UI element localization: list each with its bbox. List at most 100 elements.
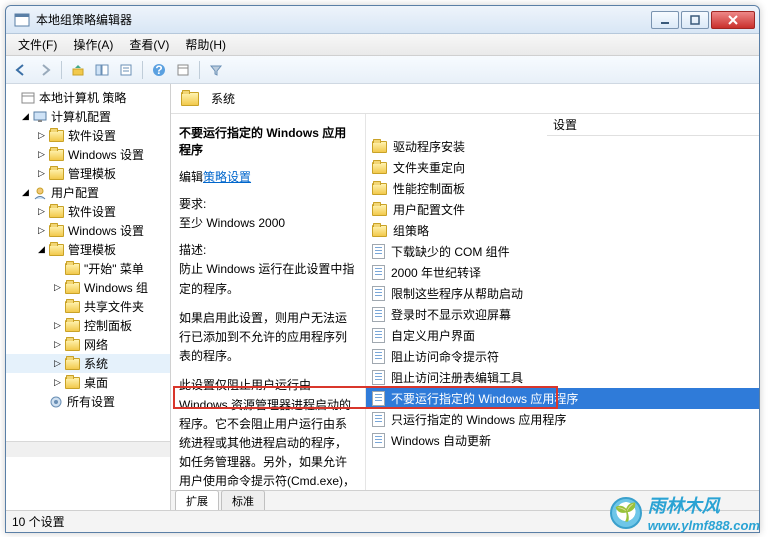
tree-start-menu[interactable]: "开始" 菜单 bbox=[6, 259, 170, 278]
collapse-icon[interactable]: ◢ bbox=[36, 244, 47, 255]
minimize-button[interactable] bbox=[651, 11, 679, 29]
policy-setting-icon bbox=[372, 286, 385, 301]
close-button[interactable] bbox=[711, 11, 755, 29]
tree-panel[interactable]: 本地计算机 策略 ◢计算机配置 ▷软件设置 ▷Windows 设置 ▷管理模板 … bbox=[6, 84, 171, 510]
tree-windows-components[interactable]: ▷Windows 组 bbox=[6, 278, 170, 297]
list-policy-item[interactable]: 自定义用户界面 bbox=[366, 325, 759, 346]
edit-policy-link[interactable]: 策略设置 bbox=[203, 170, 251, 184]
tree-uc-admin[interactable]: ◢管理模板 bbox=[6, 240, 170, 259]
policy-setting-icon bbox=[372, 307, 385, 322]
titlebar[interactable]: 本地组策略编辑器 bbox=[6, 6, 759, 34]
folder-icon bbox=[372, 183, 387, 195]
tree-computer-config[interactable]: ◢计算机配置 bbox=[6, 107, 170, 126]
list-policy-item[interactable]: 限制这些程序从帮助启动 bbox=[366, 283, 759, 304]
edit-prefix: 编辑 bbox=[179, 170, 203, 184]
tree-user-config[interactable]: ◢用户配置 bbox=[6, 183, 170, 202]
maximize-button[interactable] bbox=[681, 11, 709, 29]
list-policy-item[interactable]: 下载缺少的 COM 组件 bbox=[366, 241, 759, 262]
expand-icon[interactable]: ▷ bbox=[36, 168, 47, 179]
expander-icon[interactable] bbox=[8, 92, 19, 103]
collapse-icon[interactable]: ◢ bbox=[20, 187, 31, 198]
list-policy-item[interactable]: 只运行指定的 Windows 应用程序 bbox=[366, 409, 759, 430]
menu-help[interactable]: 帮助(H) bbox=[177, 34, 234, 55]
folder-icon bbox=[65, 320, 80, 332]
tree-cc-admin[interactable]: ▷管理模板 bbox=[6, 164, 170, 183]
expand-icon[interactable]: ▷ bbox=[36, 149, 47, 160]
tree-label: 本地计算机 策略 bbox=[39, 89, 126, 106]
list-item-label: 限制这些程序从帮助启动 bbox=[391, 285, 523, 302]
expand-icon[interactable]: ▷ bbox=[52, 282, 63, 293]
expand-icon[interactable]: ▷ bbox=[52, 377, 63, 388]
requirements-label: 要求: bbox=[179, 195, 357, 214]
list-item-label: 2000 年世纪转译 bbox=[391, 264, 481, 281]
tree-uc-software[interactable]: ▷软件设置 bbox=[6, 202, 170, 221]
settings-column-header[interactable]: 设置 bbox=[547, 114, 759, 136]
list-policy-item[interactable]: 2000 年世纪转译 bbox=[366, 262, 759, 283]
list-item-label: 不要运行指定的 Windows 应用程序 bbox=[391, 390, 578, 407]
settings-list[interactable]: 驱动程序安装文件夹重定向性能控制面板用户配置文件组策略下载缺少的 COM 组件 2… bbox=[366, 114, 759, 490]
expand-icon[interactable]: ▷ bbox=[36, 225, 47, 236]
expand-icon[interactable]: ▷ bbox=[52, 339, 63, 350]
filter-button[interactable] bbox=[205, 59, 227, 81]
expand-icon[interactable]: ▷ bbox=[52, 320, 63, 331]
expand-icon[interactable]: ▷ bbox=[52, 358, 63, 369]
policy-setting-icon bbox=[372, 349, 385, 364]
tree-uc-windows[interactable]: ▷Windows 设置 bbox=[6, 221, 170, 240]
folder-icon bbox=[372, 162, 387, 174]
description-label: 描述: bbox=[179, 241, 357, 260]
collapse-icon[interactable]: ◢ bbox=[20, 111, 31, 122]
list-policy-item[interactable]: 不要运行指定的 Windows 应用程序 bbox=[366, 388, 759, 409]
list-folder-item[interactable]: 驱动程序安装 bbox=[366, 136, 759, 157]
description-text-2: 如果启用此设置，则用户无法运行已添加到不允许的应用程序列表的程序。 bbox=[179, 309, 357, 367]
list-policy-item[interactable]: 阻止访问注册表编辑工具 bbox=[366, 367, 759, 388]
list-policy-item[interactable]: 登录时不显示欢迎屏幕 bbox=[366, 304, 759, 325]
description-text-1: 防止 Windows 运行在此设置中指定的程序。 bbox=[179, 260, 357, 298]
tree-control-panel[interactable]: ▷控制面板 bbox=[6, 316, 170, 335]
tab-extended[interactable]: 扩展 bbox=[175, 490, 219, 510]
folder-icon bbox=[65, 301, 80, 313]
list-policy-item[interactable]: Windows 自动更新 bbox=[366, 430, 759, 451]
expand-icon[interactable]: ▷ bbox=[36, 130, 47, 141]
tree-label: 共享文件夹 bbox=[84, 298, 144, 315]
tree-root[interactable]: 本地计算机 策略 bbox=[6, 88, 170, 107]
policy-setting-icon bbox=[372, 370, 385, 385]
list-folder-item[interactable]: 性能控制面板 bbox=[366, 178, 759, 199]
detail-title: 不要运行指定的 Windows 应用程序 bbox=[179, 124, 357, 158]
menu-view[interactable]: 查看(V) bbox=[121, 34, 177, 55]
folder-icon bbox=[49, 130, 64, 142]
policy-setting-icon bbox=[372, 391, 385, 406]
properties-button[interactable] bbox=[172, 59, 194, 81]
tree-cc-software[interactable]: ▷ 软件设置 bbox=[6, 126, 170, 145]
up-button[interactable] bbox=[67, 59, 89, 81]
list-policy-item[interactable]: 阻止访问命令提示符 bbox=[366, 346, 759, 367]
export-list-button[interactable] bbox=[115, 59, 137, 81]
folder-icon bbox=[181, 92, 199, 106]
tree-all-settings[interactable]: 所有设置 bbox=[6, 392, 170, 411]
folder-icon bbox=[372, 204, 387, 216]
tab-standard[interactable]: 标准 bbox=[221, 490, 265, 510]
tree-scrollbar-h[interactable] bbox=[6, 441, 170, 457]
tree-label: "开始" 菜单 bbox=[84, 260, 144, 277]
tree-cc-windows[interactable]: ▷Windows 设置 bbox=[6, 145, 170, 164]
folder-icon bbox=[65, 263, 80, 275]
tree-system[interactable]: ▷系统 bbox=[6, 354, 170, 373]
forward-button[interactable] bbox=[34, 59, 56, 81]
tree-label: 软件设置 bbox=[68, 127, 116, 144]
list-folder-item[interactable]: 文件夹重定向 bbox=[366, 157, 759, 178]
tree-desktop[interactable]: ▷桌面 bbox=[6, 373, 170, 392]
help-button[interactable]: ? bbox=[148, 59, 170, 81]
list-folder-item[interactable]: 组策略 bbox=[366, 220, 759, 241]
folder-icon bbox=[372, 225, 387, 237]
tree-label: 网络 bbox=[84, 336, 108, 353]
back-button[interactable] bbox=[10, 59, 32, 81]
list-folder-item[interactable]: 用户配置文件 bbox=[366, 199, 759, 220]
folder-icon bbox=[49, 206, 64, 218]
folder-icon bbox=[65, 377, 80, 389]
tree-network[interactable]: ▷ 网络 bbox=[6, 335, 170, 354]
tree-shared-folders[interactable]: 共享文件夹 bbox=[6, 297, 170, 316]
menu-file[interactable]: 文件(F) bbox=[10, 34, 65, 55]
right-panel-body: 设置 不要运行指定的 Windows 应用程序 编辑策略设置 要求: 至少 Wi… bbox=[171, 114, 759, 490]
menu-action[interactable]: 操作(A) bbox=[65, 34, 121, 55]
show-hide-tree-button[interactable] bbox=[91, 59, 113, 81]
expand-icon[interactable]: ▷ bbox=[36, 206, 47, 217]
